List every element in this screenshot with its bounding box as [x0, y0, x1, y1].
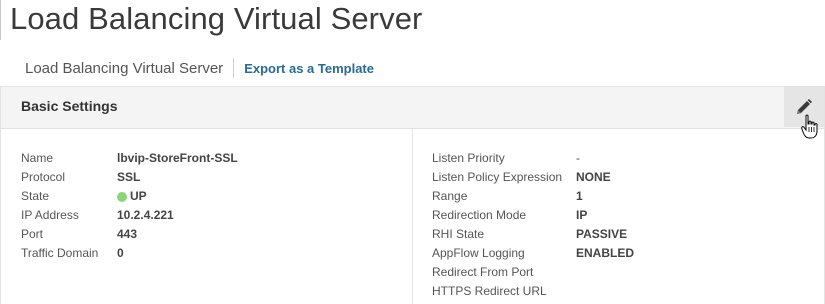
- property-value: 443: [117, 227, 138, 241]
- breadcrumb: Load Balancing Virtual Server Export as …: [25, 58, 374, 78]
- property-row-protocol: Protocol SSL: [21, 168, 238, 187]
- property-row-https-redirect-url: HTTPS Redirect URL: [432, 282, 634, 301]
- property-value: NONE: [576, 170, 611, 184]
- property-row-listen-policy-expression: Listen Policy Expression NONE: [432, 168, 634, 187]
- panel-title: Basic Settings: [21, 98, 118, 114]
- property-row-ip-address: IP Address 10.2.4.221: [21, 206, 238, 225]
- column-divider: [412, 129, 413, 304]
- left-rule: [0, 0, 1, 40]
- state-text: UP: [130, 189, 147, 203]
- property-row-range: Range 1: [432, 187, 634, 206]
- property-label: HTTPS Redirect URL: [432, 284, 547, 298]
- property-value: lbvip-StoreFront-SSL: [117, 151, 238, 165]
- panel-body: Name lbvip-StoreFront-SSL Protocol SSL S…: [1, 129, 824, 304]
- property-row-rhi-state: RHI State PASSIVE: [432, 225, 634, 244]
- property-row-appflow-logging: AppFlow Logging ENABLED: [432, 244, 634, 263]
- property-value: IP: [576, 208, 588, 222]
- property-row-name: Name lbvip-StoreFront-SSL: [21, 149, 238, 168]
- property-label: Port: [21, 227, 44, 241]
- property-value: 10.2.4.221: [117, 208, 174, 222]
- property-label: State: [21, 189, 50, 203]
- property-row-port: Port 443: [21, 225, 238, 244]
- export-template-link[interactable]: Export as a Template: [244, 61, 374, 76]
- property-value: PASSIVE: [576, 227, 628, 241]
- property-row-listen-priority: Listen Priority -: [432, 149, 634, 168]
- property-label: Traffic Domain: [21, 246, 99, 260]
- property-label: Redirect From Port: [432, 265, 534, 279]
- property-value: SSL: [117, 170, 141, 184]
- property-row-redirection-mode: Redirection Mode IP: [432, 206, 634, 225]
- panel-header: Basic Settings: [1, 87, 824, 129]
- basic-settings-panel: Basic Settings Name lbvip-StoreFront-SSL…: [0, 86, 825, 304]
- hand-cursor-icon: [801, 114, 818, 139]
- property-label: Range: [432, 189, 468, 203]
- property-label: Name: [21, 151, 54, 165]
- left-properties: Name lbvip-StoreFront-SSL Protocol SSL S…: [21, 149, 238, 263]
- property-value: 0: [117, 246, 124, 260]
- property-label: Listen Priority: [432, 151, 505, 165]
- property-value: -: [576, 151, 580, 165]
- property-label: AppFlow Logging: [432, 246, 525, 260]
- property-label: RHI State: [432, 227, 485, 241]
- state-value: UP: [117, 187, 147, 206]
- breadcrumb-divider: [233, 58, 235, 78]
- property-value: ENABLED: [576, 246, 635, 260]
- property-label: Protocol: [21, 170, 66, 184]
- breadcrumb-title: Load Balancing Virtual Server: [25, 59, 224, 77]
- property-label: Redirection Mode: [432, 208, 527, 222]
- property-row-state: State UP: [21, 187, 238, 206]
- page-title: Load Balancing Virtual Server: [10, 1, 423, 36]
- property-value: 1: [576, 189, 583, 203]
- property-label: Listen Policy Expression: [432, 170, 563, 184]
- status-dot-icon: [117, 191, 127, 202]
- property-row-redirect-from-port: Redirect From Port: [432, 263, 634, 282]
- property-row-traffic-domain: Traffic Domain 0: [21, 244, 238, 263]
- property-label: IP Address: [21, 208, 79, 222]
- right-properties: Listen Priority - Listen Policy Expressi…: [432, 149, 634, 301]
